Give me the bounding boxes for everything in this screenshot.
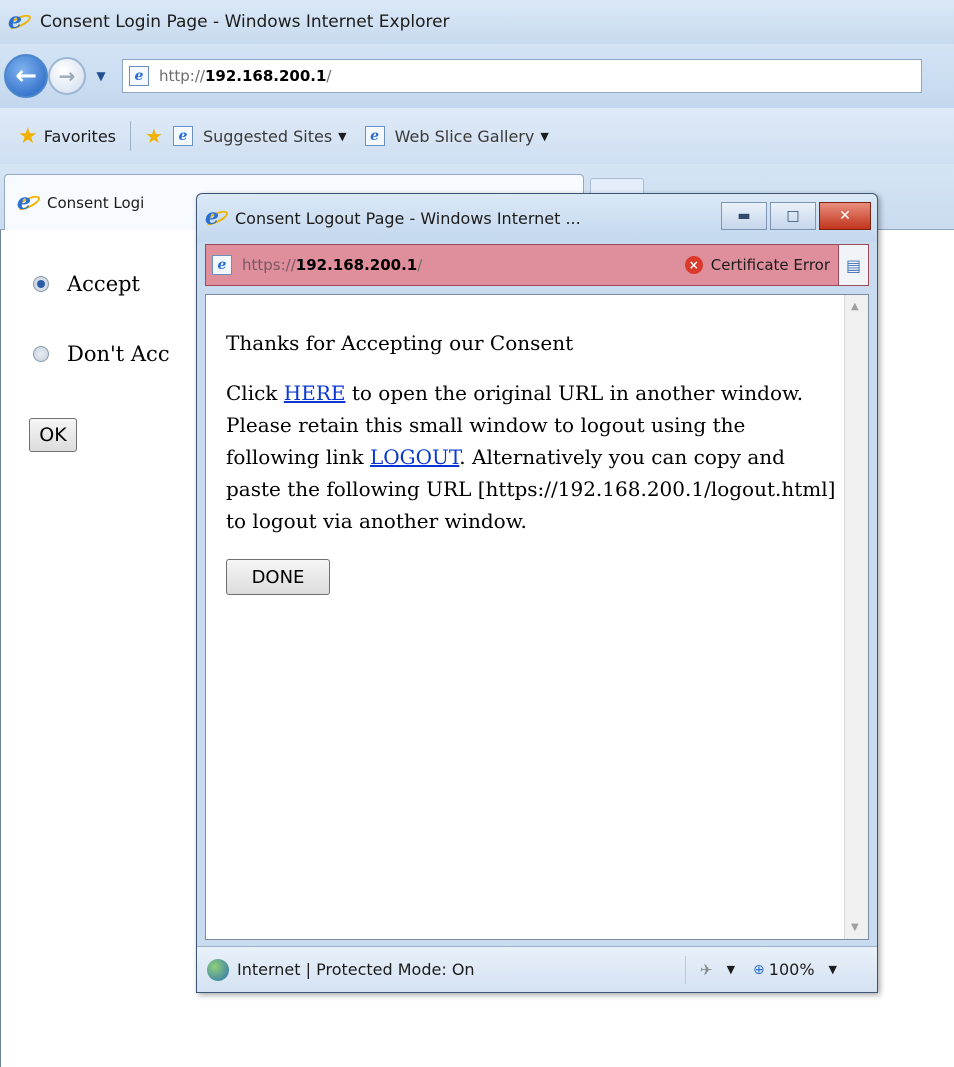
url-prefix: http:// [159, 67, 205, 85]
chevron-down-icon[interactable]: ▼ [829, 963, 837, 976]
url-suffix: / [417, 256, 423, 274]
favorite-item-label: Web Slice Gallery [394, 126, 535, 146]
favorite-item-web-slice-gallery[interactable]: e Web Slice Gallery ▼ [364, 126, 549, 146]
consent-message: Thanks for Accepting our Consent Click H… [226, 327, 836, 595]
address-bar[interactable]: e http://192.168.200.1/ [122, 59, 922, 93]
logout-popup-window: e Consent Logout Page - Windows Internet… [196, 193, 878, 993]
url-host: 192.168.200.1 [295, 256, 418, 274]
globe-icon [207, 958, 229, 981]
url-host: 192.168.200.1 [204, 67, 327, 85]
scroll-up-icon[interactable]: ▲ [851, 301, 859, 312]
scroll-down-icon[interactable]: ▼ [851, 922, 859, 933]
popup-status-bar: Internet | Protected Mode: On ✈ ▼ ⊕ 100%… [197, 946, 877, 992]
page-icon: e [172, 126, 193, 146]
page-icon: e [129, 66, 149, 86]
chevron-down-icon: ▼ [96, 69, 106, 83]
main-window-title: Consent Login Page - Windows Internet Ex… [40, 12, 450, 32]
star-icon: ★ [18, 123, 38, 149]
dont-accept-option[interactable]: Don't Acc [33, 342, 170, 366]
popup-window-title: Consent Logout Page - Windows Internet .… [235, 208, 581, 228]
close-button[interactable]: ✕ [819, 202, 871, 230]
main-titlebar: e Consent Login Page - Windows Internet … [0, 0, 954, 44]
security-zone-label[interactable]: Internet | Protected Mode: On [237, 960, 475, 979]
certificate-error-button[interactable]: Certificate Error [711, 256, 830, 274]
lock-icon[interactable]: ✈ [700, 961, 713, 979]
page-icon: e [364, 126, 385, 146]
favorites-button[interactable]: Favorites [44, 127, 116, 146]
favorite-item-suggested-sites[interactable]: e Suggested Sites ▼ [172, 126, 347, 146]
chevron-down-icon[interactable]: ▼ [727, 963, 735, 976]
minimize-icon: ▬ [737, 208, 751, 224]
shield-x-icon: × [684, 256, 703, 274]
recent-pages-dropdown[interactable]: ▼ [92, 67, 110, 85]
favorites-separator [130, 121, 132, 151]
url-prefix: https:// [242, 256, 296, 274]
ok-button[interactable]: OK [29, 418, 77, 452]
accept-label: Accept [67, 272, 140, 296]
close-icon: ✕ [839, 208, 851, 224]
chevron-down-icon: ▼ [540, 129, 549, 143]
back-button[interactable]: ← [4, 54, 48, 98]
dont-accept-radio[interactable] [33, 346, 49, 362]
status-separator [685, 955, 686, 984]
favorites-bar: ★ Favorites ★ e Suggested Sites ▼ e Web … [0, 108, 954, 164]
window-controls: ▬ □ ✕ [721, 202, 871, 230]
popup-titlebar[interactable]: e Consent Logout Page - Windows Internet… [197, 194, 877, 242]
ie-logo-icon: e [5, 8, 33, 34]
feeds-icon[interactable]: ▤ [838, 245, 868, 285]
navigation-bar: ← → ▼ e http://192.168.200.1/ [0, 44, 954, 108]
instruction-text: Click [226, 381, 284, 405]
forward-button[interactable]: → [48, 57, 86, 95]
vertical-scrollbar[interactable]: ▲ ▼ [844, 295, 868, 939]
dont-accept-label: Don't Acc [67, 342, 170, 366]
maximize-icon: □ [786, 208, 800, 224]
ie-logo-icon: e [14, 189, 42, 215]
done-button[interactable]: DONE [226, 559, 330, 595]
url-suffix: / [326, 67, 332, 85]
accept-radio[interactable] [33, 276, 49, 292]
popup-address-bar[interactable]: e https://192.168.200.1/ × Certificate E… [205, 244, 869, 286]
accept-option[interactable]: Accept [33, 272, 140, 296]
status-controls: ✈ ▼ ⊕ 100% ▼ [671, 955, 837, 984]
zoom-icon: ⊕ [753, 961, 765, 978]
here-link[interactable]: HERE [284, 381, 346, 405]
chevron-down-icon: ▼ [338, 129, 347, 143]
favorite-item-label: Suggested Sites [202, 126, 333, 146]
tab-label: Consent Logi [47, 193, 145, 212]
maximize-button[interactable]: □ [770, 202, 816, 230]
consent-instructions: Click HERE to open the original URL in a… [226, 377, 836, 537]
zoom-level[interactable]: 100% [769, 960, 815, 979]
back-arrow-icon: ← [15, 61, 37, 91]
consent-heading: Thanks for Accepting our Consent [226, 331, 574, 355]
ie-logo-icon: e [202, 204, 230, 230]
minimize-button[interactable]: ▬ [721, 202, 767, 230]
popup-page-content: Thanks for Accepting our Consent Click H… [205, 294, 869, 940]
forward-arrow-icon: → [58, 64, 76, 88]
logout-link[interactable]: LOGOUT [370, 445, 459, 469]
page-icon: e [212, 255, 232, 275]
add-favorite-icon[interactable]: ★ [145, 124, 163, 148]
